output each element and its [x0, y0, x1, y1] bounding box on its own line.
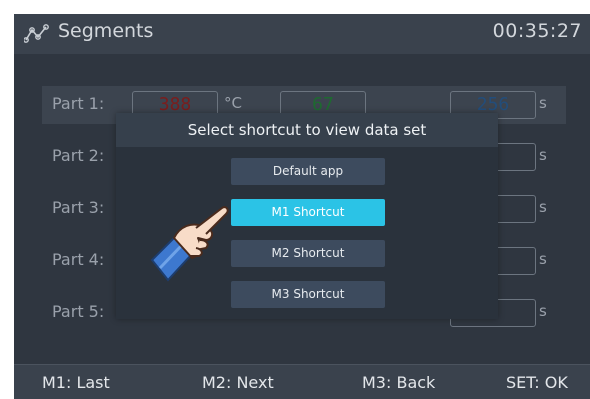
softkey-bar: M1: Last M2: Next M3: Back SET: OK — [14, 364, 590, 399]
clock-display: 00:35:27 — [492, 20, 582, 42]
segment-label: Part 1: — [52, 94, 105, 113]
softkey-set[interactable]: SET: OK — [506, 373, 568, 392]
time-unit: s — [539, 146, 547, 164]
graph-icon — [24, 24, 49, 43]
page-title: Segments — [58, 20, 154, 42]
time-unit: s — [539, 94, 547, 112]
option-default-app[interactable]: Default app — [231, 158, 385, 185]
softkey-m3[interactable]: M3: Back — [362, 373, 435, 392]
time-unit: s — [539, 198, 547, 216]
softkey-m2[interactable]: M2: Next — [202, 373, 274, 392]
softkey-m1[interactable]: M1: Last — [42, 373, 110, 392]
segment-label: Part 4: — [52, 250, 105, 269]
time-unit: s — [539, 250, 547, 268]
time-unit: s — [539, 302, 547, 320]
device-screen: Segments 00:35:27 Part 1: 388 °C 67 256 … — [14, 14, 590, 399]
dialog-title: Select shortcut to view data set — [116, 113, 498, 147]
segment-label: Part 3: — [52, 198, 105, 217]
header-bar: Segments 00:35:27 — [14, 14, 590, 54]
option-m2-shortcut[interactable]: M2 Shortcut — [231, 240, 385, 267]
temperature-unit: °C — [224, 94, 242, 112]
segment-label: Part 5: — [52, 302, 105, 321]
pointing-hand-icon — [150, 206, 229, 282]
option-m1-shortcut[interactable]: M1 Shortcut — [231, 199, 385, 226]
option-m3-shortcut[interactable]: M3 Shortcut — [231, 281, 385, 308]
segment-label: Part 2: — [52, 146, 105, 165]
